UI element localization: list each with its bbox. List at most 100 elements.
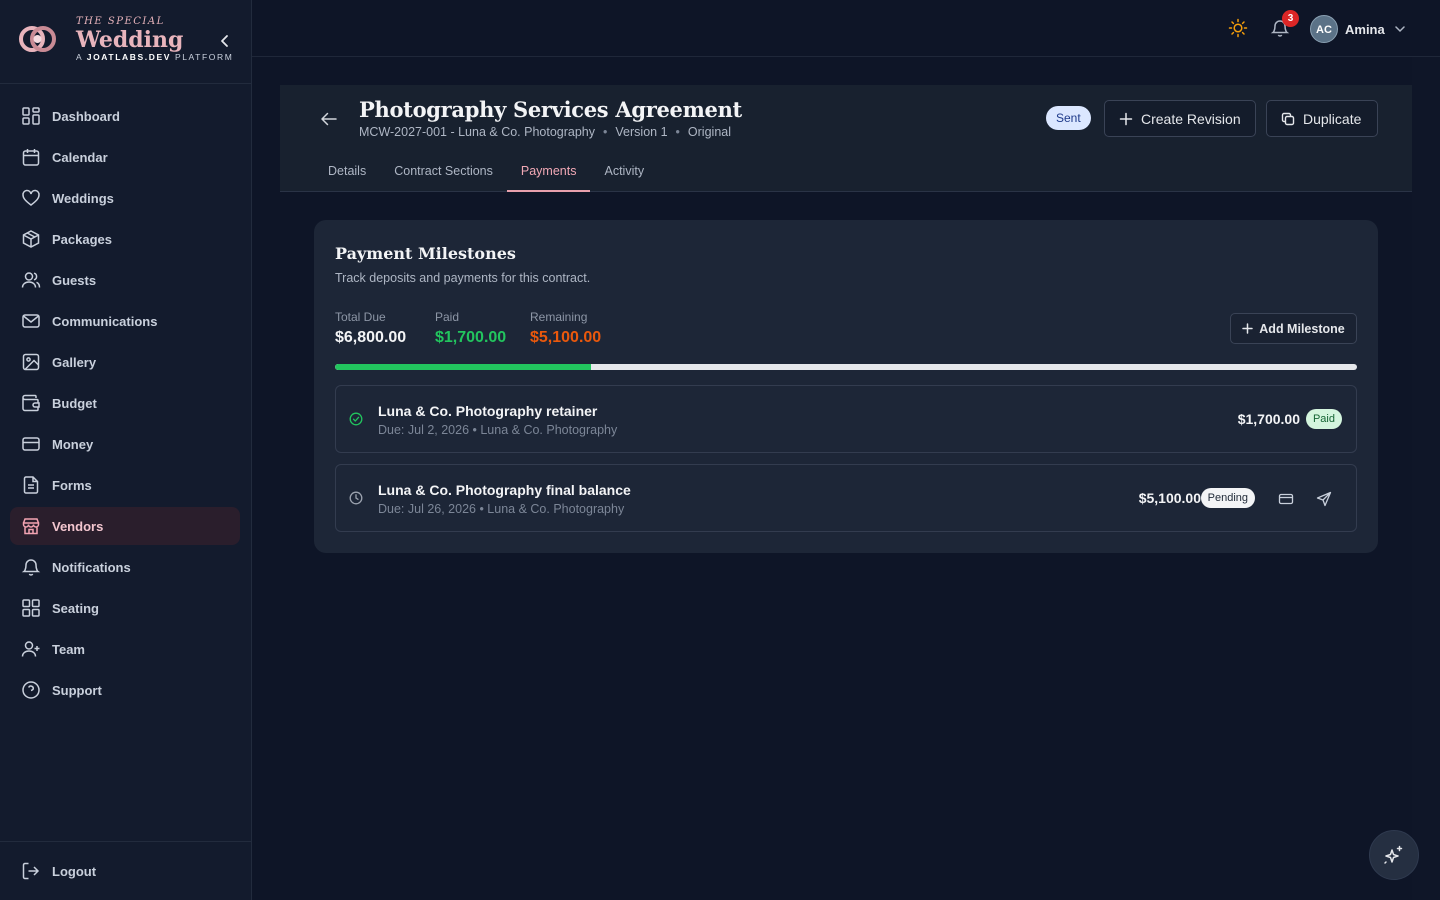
- remaining-stat: Remaining $5,100.00: [530, 310, 601, 347]
- check-circle-icon: [349, 412, 363, 426]
- sidebar-item-vendors[interactable]: Vendors: [10, 507, 240, 545]
- chevron-down-icon: [1394, 26, 1405, 33]
- grid-icon: [22, 599, 40, 617]
- topbar: 3 AC Amina: [252, 0, 1440, 57]
- total-due-label: Total Due: [335, 310, 386, 324]
- plus-icon: [1242, 323, 1254, 334]
- ai-assistant-button[interactable]: [1369, 830, 1419, 880]
- sidebar-item-money[interactable]: Money: [10, 425, 240, 463]
- brand: THE SPECIAL Wedding A JOATLABS.DEV PLATF…: [0, 0, 251, 84]
- sidebar-item-support[interactable]: Support: [10, 671, 240, 709]
- sidebar-item-label: Communications: [52, 313, 158, 329]
- section-description: Track deposits and payments for this con…: [335, 271, 591, 285]
- sidebar-item-weddings[interactable]: Weddings: [10, 179, 240, 217]
- milestone-meta: Due: Jul 2, 2026 • Luna & Co. Photograph…: [378, 423, 618, 437]
- duplicate-label: Duplicate: [1303, 110, 1362, 127]
- create-revision-button[interactable]: Create Revision: [1104, 100, 1256, 137]
- paid-value: $1,700.00: [435, 329, 507, 346]
- brand-name: Wedding: [76, 27, 184, 53]
- status-badge: Paid: [1305, 409, 1342, 429]
- heart-icon: [22, 189, 40, 206]
- sidebar-item-communications[interactable]: Communications: [10, 302, 240, 340]
- tab-payments[interactable]: Payments: [506, 155, 591, 192]
- contract-header: Photography Services Agreement MCW-2027-…: [280, 85, 1412, 192]
- tab-activity[interactable]: Activity: [590, 155, 658, 192]
- sidebar-item-notifications[interactable]: Notifications: [10, 548, 240, 586]
- milestone-amount: $5,100.00: [1138, 490, 1201, 506]
- avatar: AC: [1310, 15, 1338, 43]
- logout-label: Logout: [52, 863, 97, 879]
- image-icon: [22, 353, 40, 371]
- duplicate-button[interactable]: Duplicate: [1266, 100, 1378, 137]
- sidebar: THE SPECIAL Wedding A JOATLABS.DEV PLATF…: [0, 0, 252, 900]
- separator-dot: •: [675, 125, 680, 139]
- sidebar-item-label: Team: [52, 641, 85, 657]
- tab-contract-sections[interactable]: Contract Sections: [380, 155, 507, 192]
- back-arrow-icon[interactable]: [320, 110, 338, 128]
- logout-icon: [22, 862, 40, 880]
- section-title: Payment Milestones: [335, 244, 516, 263]
- wallet-icon: [22, 394, 40, 412]
- package-icon: [22, 230, 40, 248]
- page-title: Photography Services Agreement: [359, 97, 742, 122]
- file-icon: [23, 476, 39, 494]
- sidebar-item-packages[interactable]: Packages: [10, 220, 240, 258]
- user-plus-icon: [21, 641, 40, 657]
- sidebar-item-label: Dashboard: [52, 108, 120, 124]
- remaining-label: Remaining: [530, 310, 588, 324]
- sidebar-item-calendar[interactable]: Calendar: [10, 138, 240, 176]
- remaining-value: $5,100.00: [530, 329, 602, 346]
- sparkles-icon: [1384, 845, 1403, 864]
- help-icon: [22, 681, 40, 699]
- milestone-name: Luna & Co. Photography final balance: [378, 482, 631, 498]
- sidebar-item-label: Seating: [52, 600, 99, 616]
- logout-button[interactable]: Logout: [10, 852, 240, 890]
- milestone-amount: $1,700.00: [1237, 411, 1300, 427]
- sidebar-item-team[interactable]: Team: [10, 630, 240, 668]
- status-badge: Pending: [1200, 488, 1255, 508]
- wedding-rings-logo-icon: [19, 26, 56, 52]
- milestone-row[interactable]: Luna & Co. Photography final balance Due…: [335, 464, 1357, 532]
- sidebar-footer: Logout: [0, 841, 251, 900]
- add-milestone-label: Add Milestone: [1259, 321, 1345, 336]
- milestone-meta: Due: Jul 26, 2026 • Luna & Co. Photograp…: [378, 502, 625, 516]
- sidebar-item-gallery[interactable]: Gallery: [10, 343, 240, 381]
- user-menu[interactable]: AC Amina: [1310, 14, 1406, 44]
- create-revision-label: Create Revision: [1141, 110, 1241, 127]
- dashboard-icon: [22, 107, 40, 125]
- sidebar-item-budget[interactable]: Budget: [10, 384, 240, 422]
- sidebar-item-label: Calendar: [52, 149, 108, 165]
- contract-version: Version 1: [615, 125, 668, 139]
- store-icon: [22, 518, 40, 535]
- milestone-name: Luna & Co. Photography retainer: [378, 403, 598, 419]
- milestone-row[interactable]: Luna & Co. Photography retainer Due: Jul…: [335, 385, 1357, 453]
- contract-subtitle: MCW-2027-001 - Luna & Co. Photography • …: [359, 125, 731, 139]
- sidebar-item-dashboard[interactable]: Dashboard: [10, 97, 240, 135]
- payment-progress-fill: [335, 364, 591, 370]
- brand-platform: A JOATLABS.DEV PLATFORM: [76, 52, 234, 62]
- scrollbar-track[interactable]: [1412, 57, 1440, 900]
- users-icon: [21, 272, 41, 288]
- sidebar-item-forms[interactable]: Forms: [10, 466, 240, 504]
- total-due-stat: Total Due $6,800.00: [335, 310, 406, 347]
- sidebar-item-label: Weddings: [52, 190, 114, 206]
- status-badge: Sent: [1046, 106, 1091, 130]
- collapse-sidebar-icon[interactable]: [217, 33, 233, 49]
- payment-progress-bar: [335, 364, 1357, 370]
- separator-dot: •: [603, 125, 608, 139]
- sidebar-nav: Dashboard Calendar Weddings Packages Gue…: [10, 97, 240, 712]
- sidebar-item-seating[interactable]: Seating: [10, 589, 240, 627]
- add-milestone-button[interactable]: Add Milestone: [1230, 313, 1357, 344]
- sidebar-item-label: Money: [52, 436, 94, 452]
- tab-details[interactable]: Details: [314, 155, 380, 192]
- plus-icon: [1119, 112, 1133, 125]
- credit-card-icon: [22, 437, 40, 451]
- record-payment-card-icon[interactable]: [1278, 491, 1294, 507]
- paid-stat: Paid $1,700.00: [435, 310, 506, 347]
- send-reminder-icon[interactable]: [1316, 491, 1332, 507]
- calendar-icon: [22, 149, 40, 166]
- sidebar-item-label: Packages: [52, 231, 112, 247]
- sidebar-item-guests[interactable]: Guests: [10, 261, 240, 299]
- theme-toggle-sun-icon[interactable]: [1228, 18, 1248, 38]
- bell-icon: [21, 559, 41, 576]
